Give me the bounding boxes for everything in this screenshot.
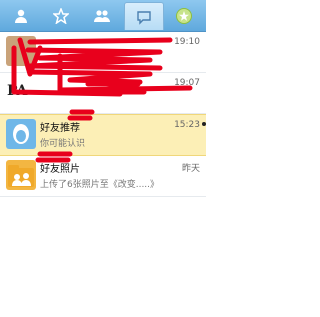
message-time: 19:07 bbox=[174, 78, 200, 88]
star-icon bbox=[53, 7, 69, 24]
avatar: PA bbox=[6, 77, 36, 107]
message-row[interactable]: 19:10 bbox=[0, 32, 206, 73]
tab-favorites[interactable] bbox=[42, 2, 80, 29]
avatar bbox=[6, 119, 36, 149]
qq-penguin-icon bbox=[13, 124, 29, 144]
message-preview: 上传了6张照片至《改变.....》 bbox=[40, 180, 160, 190]
message-row-friend-photos[interactable]: 好友照片 上传了6张照片至《改变.....》 昨天 bbox=[0, 156, 206, 197]
tab-bar bbox=[0, 0, 206, 32]
person-icon bbox=[15, 9, 27, 23]
scroll-indicator[interactable] bbox=[202, 122, 206, 126]
group-icon bbox=[94, 9, 110, 22]
message-time: 19:10 bbox=[174, 37, 200, 47]
tab-contacts[interactable] bbox=[2, 2, 40, 29]
message-row-friend-recommend[interactable]: 好友推荐 你可能认识 15:23 bbox=[0, 114, 206, 156]
message-row[interactable]: PA 19:07 bbox=[0, 73, 206, 114]
avatar-initials: PA bbox=[7, 83, 28, 99]
message-title: 好友推荐 bbox=[40, 123, 80, 134]
message-time: 15:23 bbox=[174, 120, 200, 130]
qzone-star-icon bbox=[176, 7, 192, 24]
photo-folder-icon bbox=[8, 165, 34, 187]
chat-bubble-icon bbox=[137, 10, 151, 25]
message-time: 昨天 bbox=[181, 164, 200, 174]
avatar bbox=[6, 160, 36, 190]
tab-groups[interactable] bbox=[83, 2, 121, 29]
avatar bbox=[6, 36, 36, 66]
message-title: 好友照片 bbox=[40, 164, 80, 175]
tab-messages[interactable] bbox=[124, 2, 164, 30]
tab-qzone[interactable] bbox=[165, 2, 203, 29]
message-preview: 你可能认识 bbox=[40, 139, 86, 149]
